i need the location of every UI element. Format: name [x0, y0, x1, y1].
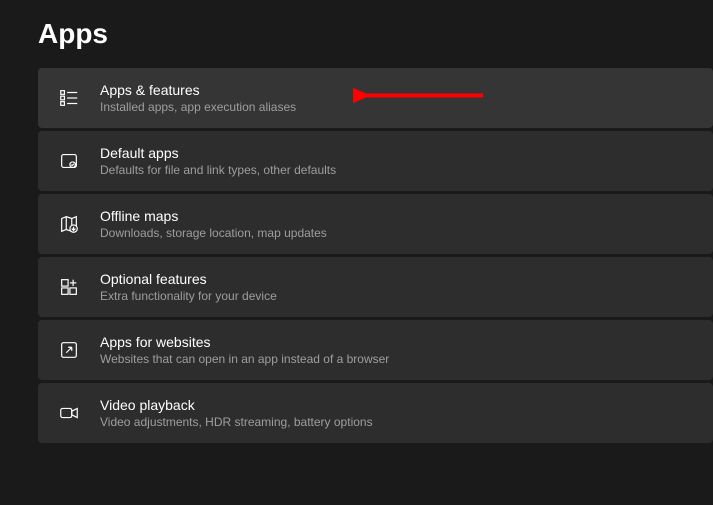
settings-item-video-playback[interactable]: Video playback Video adjustments, HDR st…: [38, 383, 713, 443]
settings-list: Apps & features Installed apps, app exec…: [0, 68, 713, 443]
settings-item-apps-features[interactable]: Apps & features Installed apps, app exec…: [38, 68, 713, 128]
settings-item-offline-maps[interactable]: Offline maps Downloads, storage location…: [38, 194, 713, 254]
item-subtitle: Websites that can open in an app instead…: [100, 352, 389, 366]
item-title: Apps & features: [100, 82, 296, 98]
settings-item-apps-websites[interactable]: Apps for websites Websites that can open…: [38, 320, 713, 380]
video-playback-icon: [58, 402, 80, 424]
item-text: Default apps Defaults for file and link …: [100, 145, 336, 177]
item-subtitle: Video adjustments, HDR streaming, batter…: [100, 415, 373, 429]
page-title: Apps: [0, 0, 713, 68]
item-text: Optional features Extra functionality fo…: [100, 271, 277, 303]
item-title: Default apps: [100, 145, 336, 161]
settings-item-default-apps[interactable]: Default apps Defaults for file and link …: [38, 131, 713, 191]
apps-websites-icon: [58, 339, 80, 361]
item-text: Apps & features Installed apps, app exec…: [100, 82, 296, 114]
item-subtitle: Extra functionality for your device: [100, 289, 277, 303]
settings-item-optional-features[interactable]: Optional features Extra functionality fo…: [38, 257, 713, 317]
apps-features-icon: [58, 87, 80, 109]
item-subtitle: Downloads, storage location, map updates: [100, 226, 327, 240]
optional-features-icon: [58, 276, 80, 298]
item-text: Video playback Video adjustments, HDR st…: [100, 397, 373, 429]
offline-maps-icon: [58, 213, 80, 235]
default-apps-icon: [58, 150, 80, 172]
annotation-arrow: [353, 81, 488, 116]
item-text: Apps for websites Websites that can open…: [100, 334, 389, 366]
item-text: Offline maps Downloads, storage location…: [100, 208, 327, 240]
item-title: Offline maps: [100, 208, 327, 224]
item-subtitle: Defaults for file and link types, other …: [100, 163, 336, 177]
item-subtitle: Installed apps, app execution aliases: [100, 100, 296, 114]
item-title: Optional features: [100, 271, 277, 287]
item-title: Video playback: [100, 397, 373, 413]
item-title: Apps for websites: [100, 334, 389, 350]
